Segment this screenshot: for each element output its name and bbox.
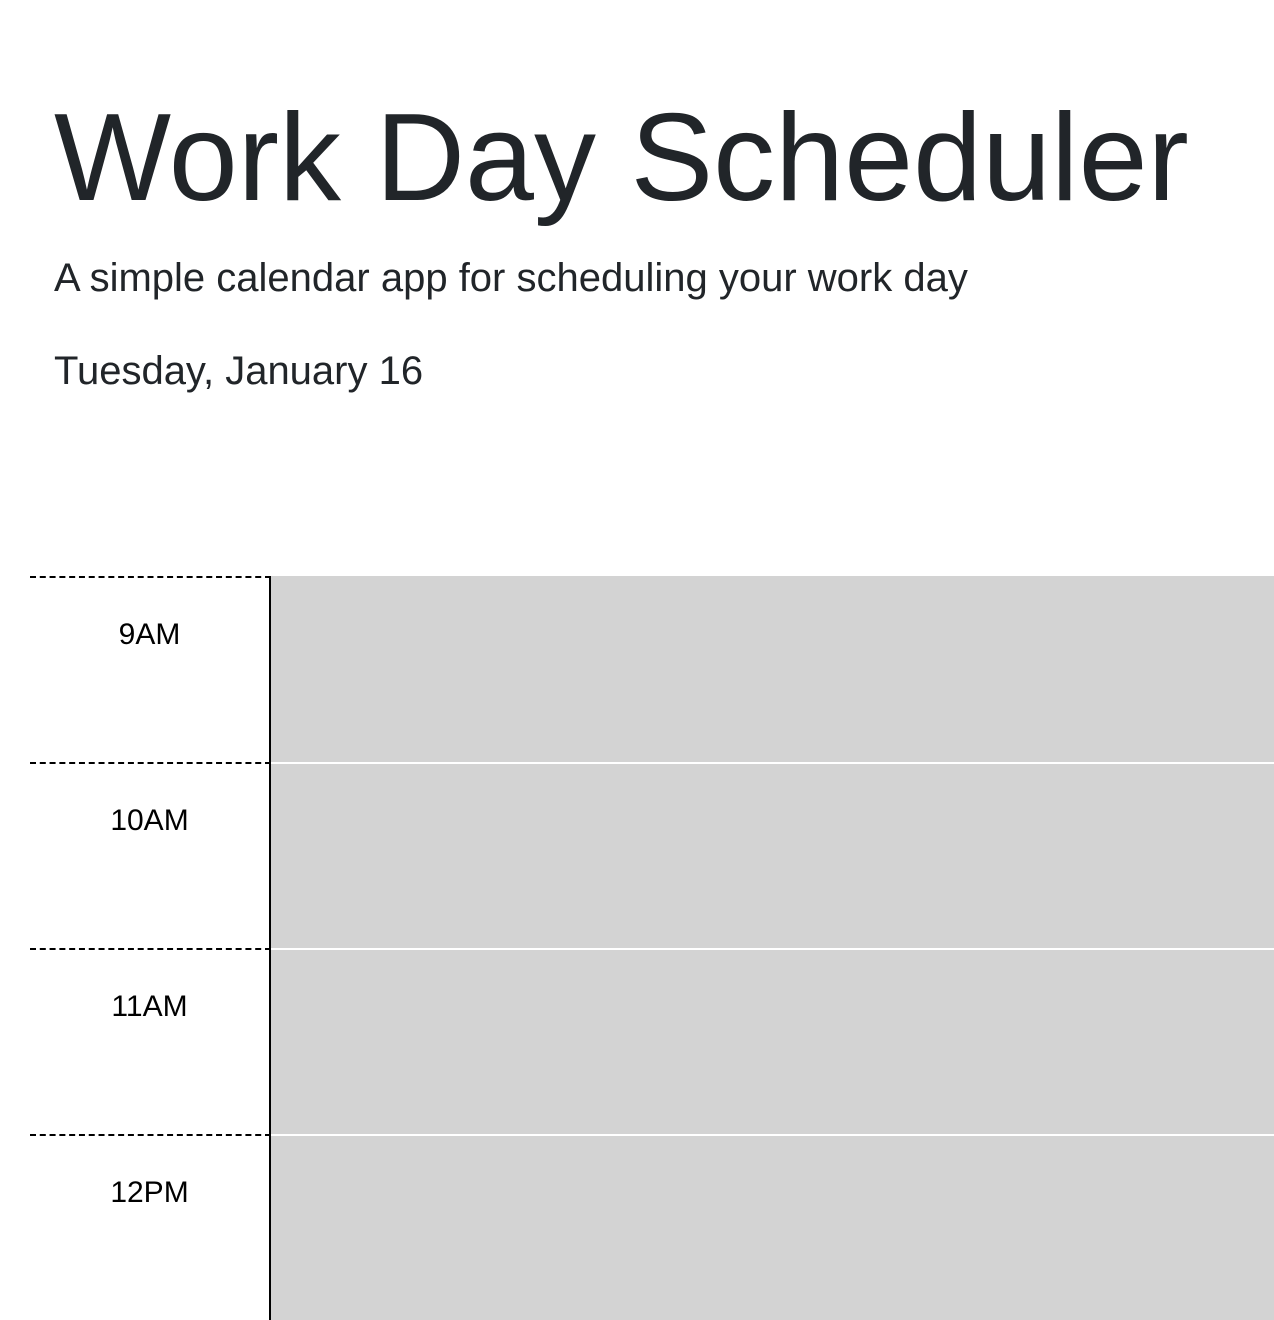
hour-label: 10AM (30, 762, 271, 948)
time-block: 9AM (0, 576, 1274, 762)
hour-label: 12PM (30, 1134, 271, 1320)
page-subtitle: A simple calendar app for scheduling you… (54, 256, 968, 300)
event-description-input[interactable] (271, 762, 1274, 948)
event-description-input[interactable] (271, 1134, 1274, 1320)
time-block: 10AM (0, 762, 1274, 948)
timeblocks-container: 9AM 10AM 11AM 12PM (0, 576, 1274, 1320)
time-block: 12PM (0, 1134, 1274, 1320)
event-description-input[interactable] (271, 576, 1274, 762)
current-day: Tuesday, January 16 (54, 349, 424, 393)
jumbotron-header: Work Day Scheduler A simple calendar app… (0, 0, 1274, 578)
hour-label: 11AM (30, 948, 271, 1134)
page-title: Work Day Scheduler (54, 89, 1189, 227)
event-description-input[interactable] (271, 948, 1274, 1134)
hour-label: 9AM (30, 576, 271, 762)
time-block: 11AM (0, 948, 1274, 1134)
